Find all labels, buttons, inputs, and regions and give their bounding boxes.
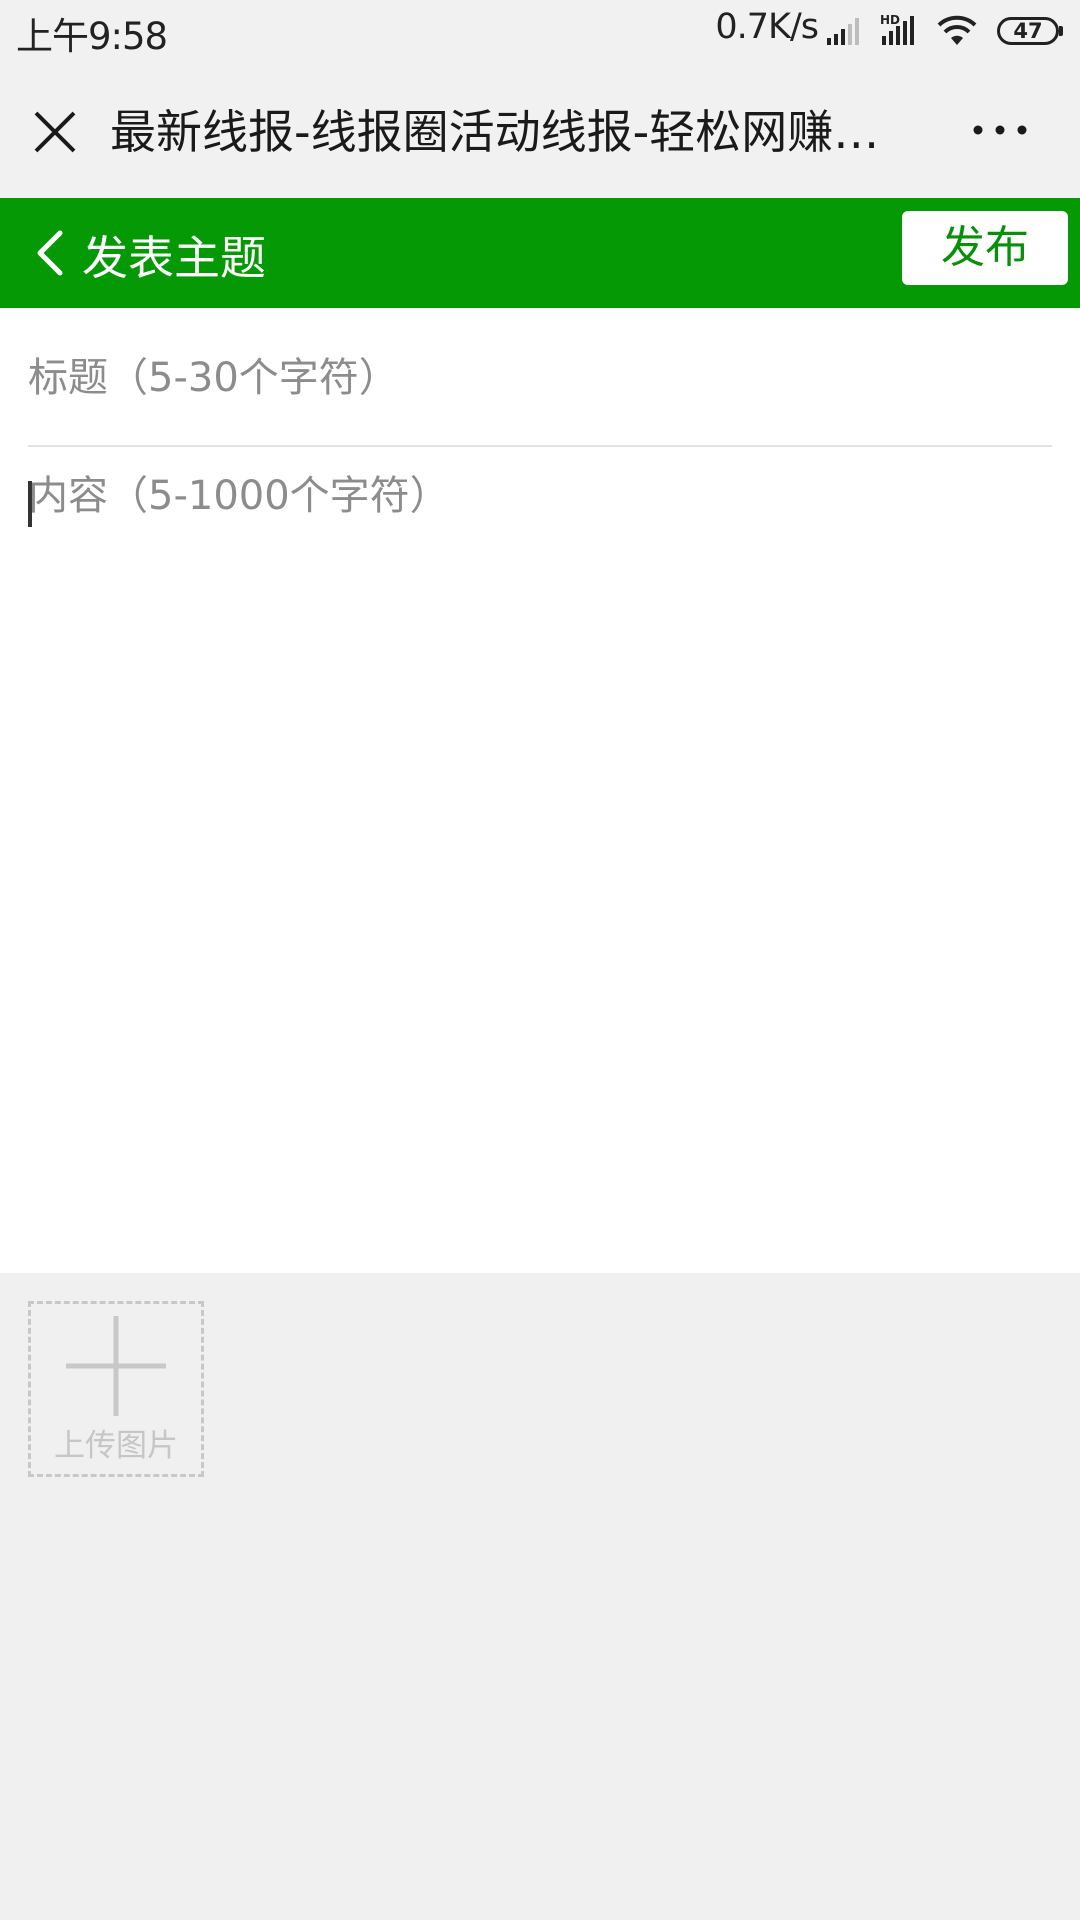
window-title: 最新线报-线报圈活动线报-轻松网赚… <box>110 105 880 159</box>
title-input[interactable] <box>28 338 1052 418</box>
status-bar: 上午9:58 0.7K/s HD 47 <box>0 0 1080 62</box>
screen: 上午9:58 0.7K/s HD 47 最新线报-线报圈活动线报-轻松网赚… 发… <box>0 0 1080 1920</box>
wifi-icon <box>937 15 977 45</box>
chevron-left-icon[interactable] <box>30 228 70 278</box>
signal-icon <box>827 18 859 45</box>
signal-hd-icon <box>882 16 914 45</box>
more-icon[interactable] <box>970 110 1030 150</box>
content-textarea[interactable] <box>28 468 1052 1248</box>
post-form <box>0 308 1080 1273</box>
upload-image-button[interactable]: 上传图片 <box>28 1301 204 1477</box>
network-speed: 0.7K/s <box>715 7 819 47</box>
publish-button[interactable]: 发布 <box>902 211 1068 285</box>
page-title: 发表主题 <box>82 231 266 285</box>
title-bar: 最新线报-线报圈活动线报-轻松网赚… <box>0 62 1080 198</box>
close-icon[interactable] <box>30 107 80 157</box>
divider <box>28 445 1052 447</box>
plus-icon <box>66 1316 166 1416</box>
battery-icon: 47 <box>997 17 1063 45</box>
upload-image-label: 上传图片 <box>54 1428 178 1464</box>
page-header: 发表主题 发布 <box>0 198 1080 308</box>
status-time: 上午9:58 <box>16 15 168 58</box>
